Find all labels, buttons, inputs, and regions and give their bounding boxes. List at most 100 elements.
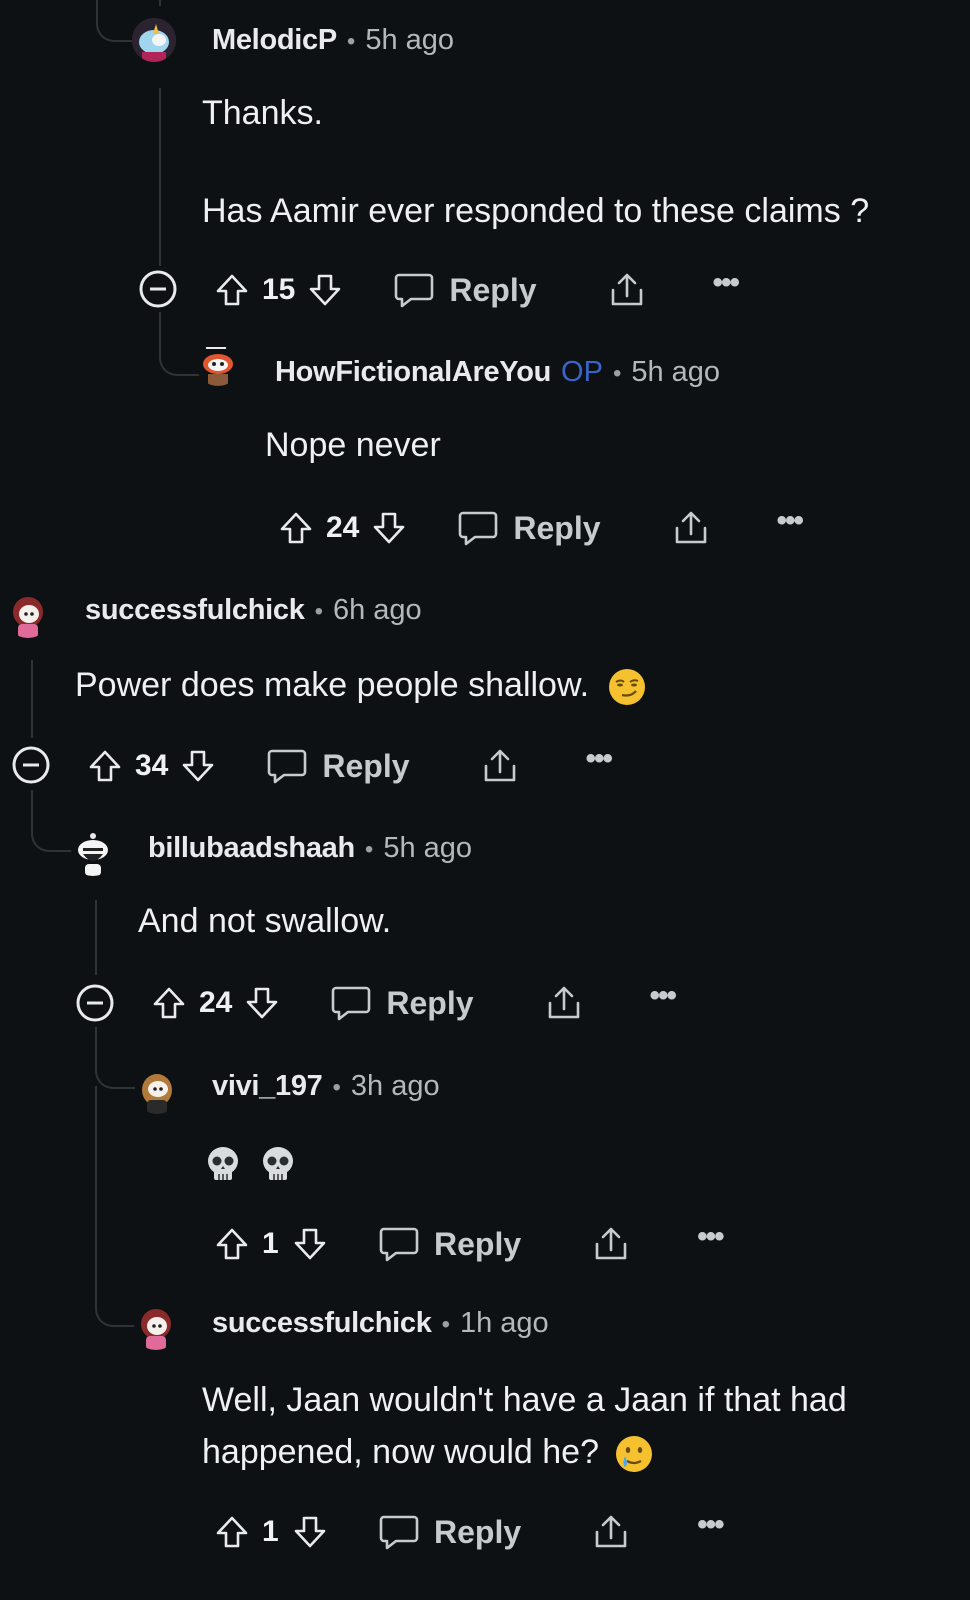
username[interactable]: vivi_197 <box>212 1070 323 1103</box>
timestamp: 5h ago <box>383 832 473 864</box>
user-avatar[interactable] <box>134 1306 178 1350</box>
more-options-icon[interactable]: ••• <box>713 268 740 302</box>
downvote-icon[interactable] <box>180 748 216 784</box>
upvote-icon[interactable] <box>87 748 123 784</box>
username[interactable]: MelodicP <box>212 24 337 57</box>
username[interactable]: billubaadshaah <box>148 832 355 865</box>
comment-bubble-icon <box>379 1227 419 1262</box>
upvote-icon[interactable] <box>214 1514 250 1550</box>
girl-avatar-icon <box>135 1070 179 1114</box>
separator: • <box>364 836 374 863</box>
separator: • <box>314 598 323 625</box>
reply-button[interactable]: Reply <box>266 746 410 786</box>
reply-button[interactable]: Reply <box>330 983 474 1023</box>
reply-button[interactable]: Reply <box>378 1512 521 1552</box>
timestamp: 1h ago <box>459 1307 549 1339</box>
reply-label: Reply <box>322 747 410 784</box>
upvote-icon[interactable] <box>214 272 250 308</box>
more-options-icon[interactable]: ••• <box>777 506 804 540</box>
comment-actions: 24 Reply ••• <box>151 981 677 1025</box>
reply-label: Reply <box>513 509 601 546</box>
comment-bubble-icon <box>268 749 307 784</box>
more-options-icon[interactable]: ••• <box>650 981 677 1015</box>
reply-label: Reply <box>434 1225 522 1262</box>
share-icon[interactable] <box>480 746 520 786</box>
comment-line: Thanks. <box>202 94 323 132</box>
username[interactable]: HowFictionalAreYou <box>275 356 551 389</box>
comment-actions: 1 Reply ••• <box>214 1222 725 1266</box>
comment-actions: 24 Reply ••• <box>278 506 804 550</box>
smirk-emoji <box>608 669 645 706</box>
comment-body <box>203 1138 298 1187</box>
collapse-icon[interactable] <box>11 745 51 785</box>
more-options-icon[interactable]: ••• <box>586 744 613 778</box>
upvote-icon[interactable] <box>151 985 187 1021</box>
reply-label: Reply <box>449 271 537 308</box>
comment-bubble-icon <box>459 511 498 546</box>
vote-score: 24 <box>326 511 360 544</box>
comment-line: Has Aamir ever responded to these claims… <box>202 192 870 230</box>
comment-body: Nope never <box>265 421 441 470</box>
share-icon[interactable] <box>607 270 647 310</box>
comment-line: Nope never <box>265 426 441 464</box>
comment-bubble-icon <box>395 273 434 308</box>
share-icon[interactable] <box>544 983 584 1023</box>
downvote-icon[interactable] <box>292 1514 328 1550</box>
reply-button[interactable]: Reply <box>378 1224 521 1264</box>
user-avatar[interactable] <box>132 18 176 62</box>
separator: • <box>441 1311 450 1338</box>
reply-button[interactable]: Reply <box>457 508 601 548</box>
timestamp: 5h ago <box>631 356 721 388</box>
upvote-icon[interactable] <box>214 1226 250 1262</box>
vote-score: 15 <box>262 273 296 306</box>
username[interactable]: successfulchick <box>212 1307 432 1340</box>
comment-bubble-icon <box>332 986 371 1021</box>
downvote-icon[interactable] <box>371 510 407 546</box>
user-avatar[interactable] <box>6 594 50 638</box>
comment-line: And not swallow. <box>138 902 392 940</box>
timestamp: 5h ago <box>365 24 455 56</box>
timestamp: 6h ago <box>332 594 422 626</box>
downvote-icon[interactable] <box>307 272 343 308</box>
collapse-icon[interactable] <box>138 269 178 309</box>
tear-smile-emoji <box>616 1436 653 1473</box>
girl-avatar-icon <box>134 1306 178 1350</box>
share-icon[interactable] <box>671 508 711 548</box>
comment-bubble-icon <box>379 1515 419 1550</box>
reply-button[interactable]: Reply <box>393 270 537 310</box>
more-options-icon[interactable]: ••• <box>697 1222 724 1256</box>
collapse-icon[interactable] <box>75 983 115 1023</box>
reply-label: Reply <box>386 984 474 1021</box>
comment-body: Power does make people shallow. <box>75 661 647 710</box>
separator: • <box>612 360 622 387</box>
more-options-icon[interactable]: ••• <box>697 1510 724 1544</box>
user-avatar[interactable] <box>196 342 240 386</box>
user-avatar[interactable] <box>71 832 115 876</box>
vote-score: 24 <box>199 986 233 1019</box>
comment-actions: 15 Reply ••• <box>214 268 740 312</box>
skull-emoji <box>208 1147 238 1181</box>
comment-line: happened, now would he? <box>202 1433 599 1471</box>
reply-label: Reply <box>434 1513 522 1550</box>
comment-line: Well, Jaan wouldn't have a Jaan if that … <box>202 1381 847 1419</box>
comment-actions: 34 Reply ••• <box>87 744 613 788</box>
upvote-icon[interactable] <box>278 510 314 546</box>
share-icon[interactable] <box>591 1224 631 1264</box>
vote-score: 1 <box>262 1227 279 1260</box>
vote-score: 1 <box>262 1515 279 1548</box>
comment-actions: 1 Reply ••• <box>214 1510 725 1554</box>
comment-body: Well, Jaan wouldn't have a Jaan if that … <box>202 1374 847 1478</box>
vote-score: 34 <box>135 749 169 782</box>
downvote-icon[interactable] <box>292 1226 328 1262</box>
username[interactable]: successfulchick <box>85 594 305 627</box>
downvote-icon[interactable] <box>244 985 280 1021</box>
user-avatar[interactable] <box>135 1070 179 1114</box>
comment-line: Power does make people shallow. <box>75 666 590 704</box>
skull-emoji <box>263 1147 294 1181</box>
timestamp: 3h ago <box>350 1070 440 1102</box>
comment-body: Thanks. Has Aamir ever responded to thes… <box>202 89 869 236</box>
share-icon[interactable] <box>591 1512 631 1552</box>
op-badge: OP <box>561 356 603 388</box>
girl-avatar-icon <box>6 594 50 638</box>
snoo-avatar-icon <box>196 342 240 386</box>
